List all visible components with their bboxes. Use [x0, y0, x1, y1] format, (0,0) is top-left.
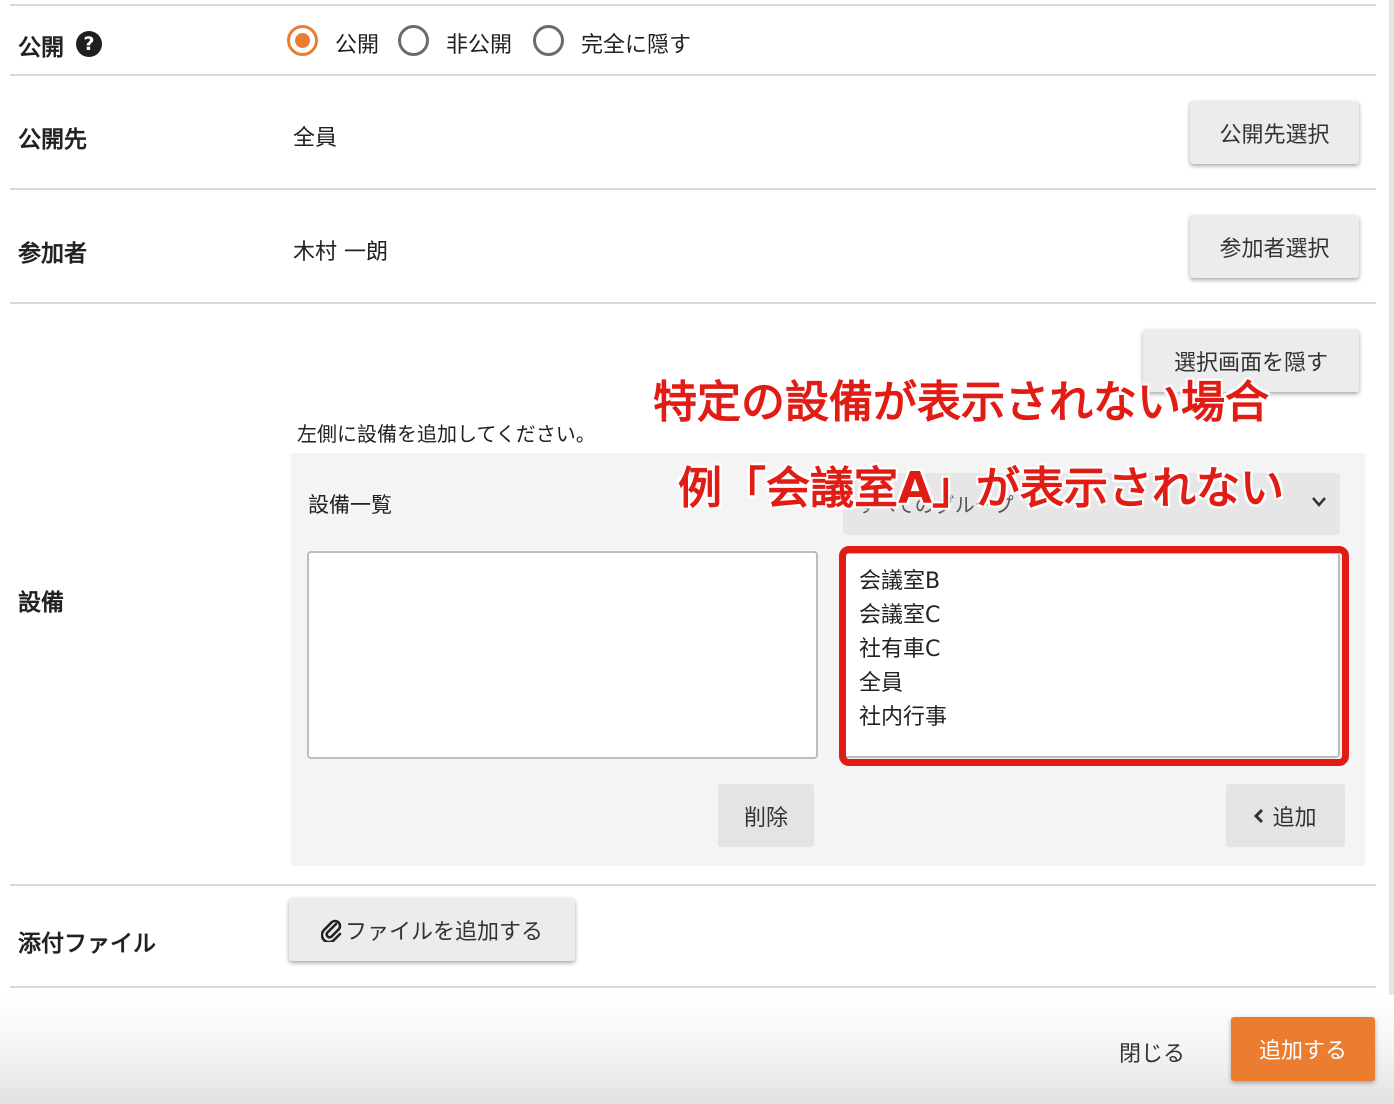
- divider: [10, 74, 1376, 76]
- radio-public[interactable]: [287, 25, 318, 56]
- add-file-label: ファイルを追加する: [344, 919, 543, 945]
- annotation-line-2: 例「会議室A」が表示されない: [678, 463, 1285, 514]
- add-file-button[interactable]: ファイルを追加する: [289, 898, 575, 961]
- divider: [10, 884, 1376, 886]
- equipment-hint: 左側に設備を追加してください。: [297, 422, 596, 446]
- question-circle-icon[interactable]: ?: [76, 31, 102, 57]
- equipment-list-title: 設備一覧: [308, 493, 392, 517]
- chevron-left-icon: [1254, 808, 1264, 823]
- divider: [10, 188, 1376, 190]
- participants-label: 参加者: [18, 241, 87, 267]
- selected-equipment-list[interactable]: [307, 551, 818, 759]
- radio-public-label[interactable]: 公開: [335, 27, 379, 59]
- attachment-label: 添付ファイル: [18, 931, 156, 957]
- divider: [10, 4, 1376, 6]
- select-participants-button[interactable]: 参加者選択: [1190, 215, 1359, 278]
- select-audience-button[interactable]: 公開先選択: [1190, 101, 1359, 164]
- radio-private-label[interactable]: 非公開: [446, 27, 512, 59]
- audience-value: 全員: [293, 126, 338, 151]
- paperclip-icon: [320, 919, 342, 942]
- radio-private[interactable]: [398, 25, 429, 56]
- radio-hidden-label[interactable]: 完全に隠す: [581, 27, 691, 59]
- equipment-label: 設備: [18, 590, 64, 616]
- scrollbar-track[interactable]: [1389, 0, 1394, 1104]
- visibility-label: 公開: [18, 35, 64, 61]
- divider: [10, 986, 1376, 988]
- highlight-box: [839, 546, 1349, 766]
- annotation-line-1: 特定の設備が表示されない場合: [653, 377, 1269, 428]
- audience-label: 公開先: [18, 127, 87, 153]
- add-equipment-label: 追加: [1272, 805, 1317, 831]
- delete-equipment-button[interactable]: 削除: [718, 784, 814, 847]
- close-button[interactable]: 閉じる: [1119, 1036, 1185, 1068]
- radio-hidden[interactable]: [533, 25, 564, 56]
- divider: [10, 302, 1376, 304]
- chevron-down-icon: [1312, 497, 1326, 507]
- add-equipment-button[interactable]: 追加: [1226, 784, 1345, 847]
- submit-button[interactable]: 追加する: [1231, 1017, 1375, 1081]
- participants-value: 木村 一朗: [293, 240, 388, 265]
